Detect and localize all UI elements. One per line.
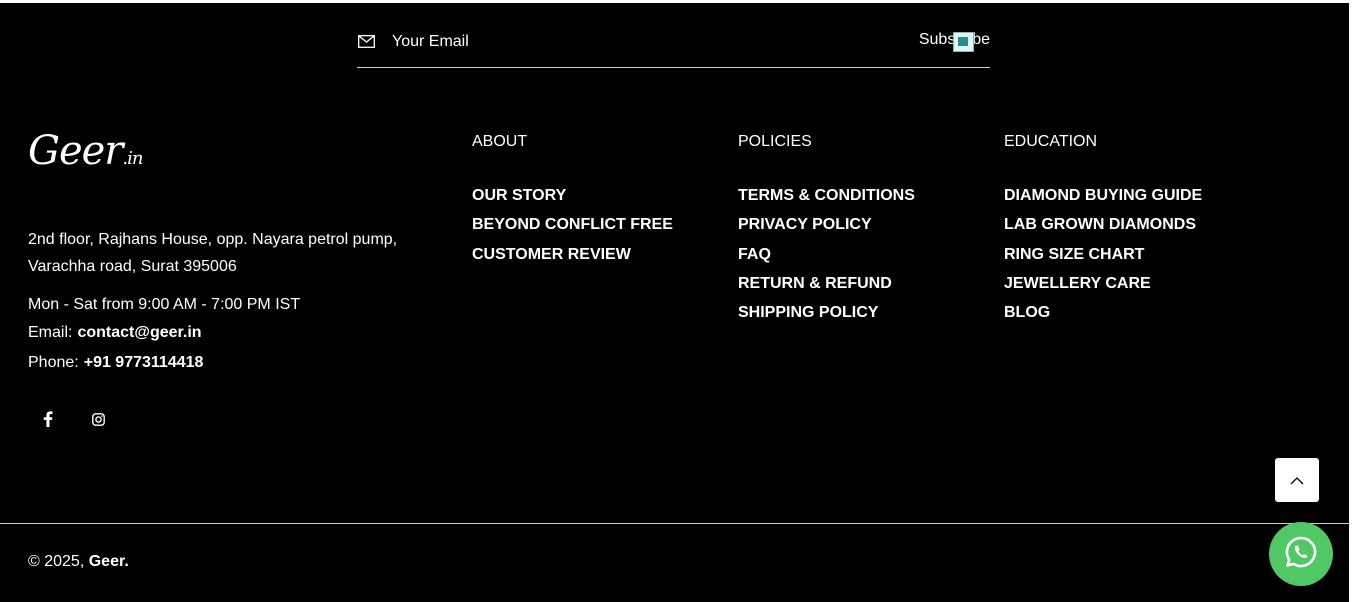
footer-divider bbox=[0, 523, 1349, 524]
contact-email: Email: contact@geer.in bbox=[28, 324, 202, 342]
overlay-cursor-icon bbox=[953, 32, 974, 52]
business-hours: Mon - Sat from 9:00 AM - 7:00 PM IST bbox=[28, 296, 301, 313]
address-line-2: Varachha road, Surat 395006 bbox=[28, 258, 237, 275]
instagram-icon[interactable] bbox=[85, 406, 111, 432]
email-input[interactable] bbox=[392, 30, 892, 54]
chevron-up-icon bbox=[1290, 473, 1304, 488]
link-jewellery-care[interactable]: JEWELLERY CARE bbox=[1004, 275, 1151, 292]
link-faq[interactable]: FAQ bbox=[738, 246, 771, 263]
top-border bbox=[0, 0, 1352, 3]
copyright: © 2025, Geer. bbox=[28, 553, 129, 571]
link-shipping-policy[interactable]: SHIPPING POLICY bbox=[738, 304, 878, 321]
contact-phone: Phone: +91 9773114418 bbox=[28, 354, 203, 372]
link-lab-grown-diamonds[interactable]: LAB GROWN DIAMONDS bbox=[1004, 216, 1196, 233]
policies-heading: POLICIES bbox=[738, 133, 812, 150]
logo-text: Geer bbox=[28, 128, 123, 174]
facebook-icon[interactable] bbox=[35, 406, 61, 432]
whatsapp-icon bbox=[1284, 535, 1318, 574]
copyright-prefix: © 2025, bbox=[28, 553, 85, 570]
address: 2nd floor, Rajhans House, opp. Nayara pe… bbox=[28, 226, 428, 280]
mail-icon bbox=[358, 35, 375, 48]
link-diamond-buying-guide[interactable]: DIAMOND BUYING GUIDE bbox=[1004, 187, 1202, 204]
education-column: EDUCATION DIAMOND BUYING GUIDE LAB GROWN… bbox=[1004, 133, 1202, 331]
link-privacy-policy[interactable]: PRIVACY POLICY bbox=[738, 216, 872, 233]
education-heading: EDUCATION bbox=[1004, 133, 1098, 150]
about-heading: ABOUT bbox=[472, 133, 528, 150]
phone-link[interactable]: +91 9773114418 bbox=[84, 354, 204, 371]
newsletter-form: Subscribe bbox=[357, 28, 990, 68]
link-our-story[interactable]: OUR STORY bbox=[472, 187, 566, 204]
link-ring-size-chart[interactable]: RING SIZE CHART bbox=[1004, 246, 1144, 263]
copyright-brand[interactable]: Geer. bbox=[89, 553, 129, 570]
brand-logo[interactable]: Geer.in bbox=[28, 128, 144, 174]
policies-column: POLICIES TERMS & CONDITIONS PRIVACY POLI… bbox=[738, 133, 915, 331]
link-return-refund[interactable]: RETURN & REFUND bbox=[738, 275, 892, 292]
scroll-to-top-button[interactable] bbox=[1275, 458, 1319, 502]
link-customer-review[interactable]: CUSTOMER REVIEW bbox=[472, 246, 631, 263]
whatsapp-button[interactable] bbox=[1269, 522, 1333, 586]
link-beyond-conflict-free[interactable]: BEYOND CONFLICT FREE bbox=[472, 216, 673, 233]
address-line-1: 2nd floor, Rajhans House, opp. Nayara pe… bbox=[28, 231, 398, 248]
phone-label: Phone: bbox=[28, 354, 79, 371]
about-column: ABOUT OUR STORY BEYOND CONFLICT FREE CUS… bbox=[472, 133, 673, 273]
link-terms-conditions[interactable]: TERMS & CONDITIONS bbox=[738, 187, 915, 204]
link-blog[interactable]: BLOG bbox=[1004, 304, 1050, 321]
email-link[interactable]: contact@geer.in bbox=[77, 324, 201, 341]
email-label: Email: bbox=[28, 324, 73, 341]
logo-suffix: .in bbox=[122, 148, 143, 169]
